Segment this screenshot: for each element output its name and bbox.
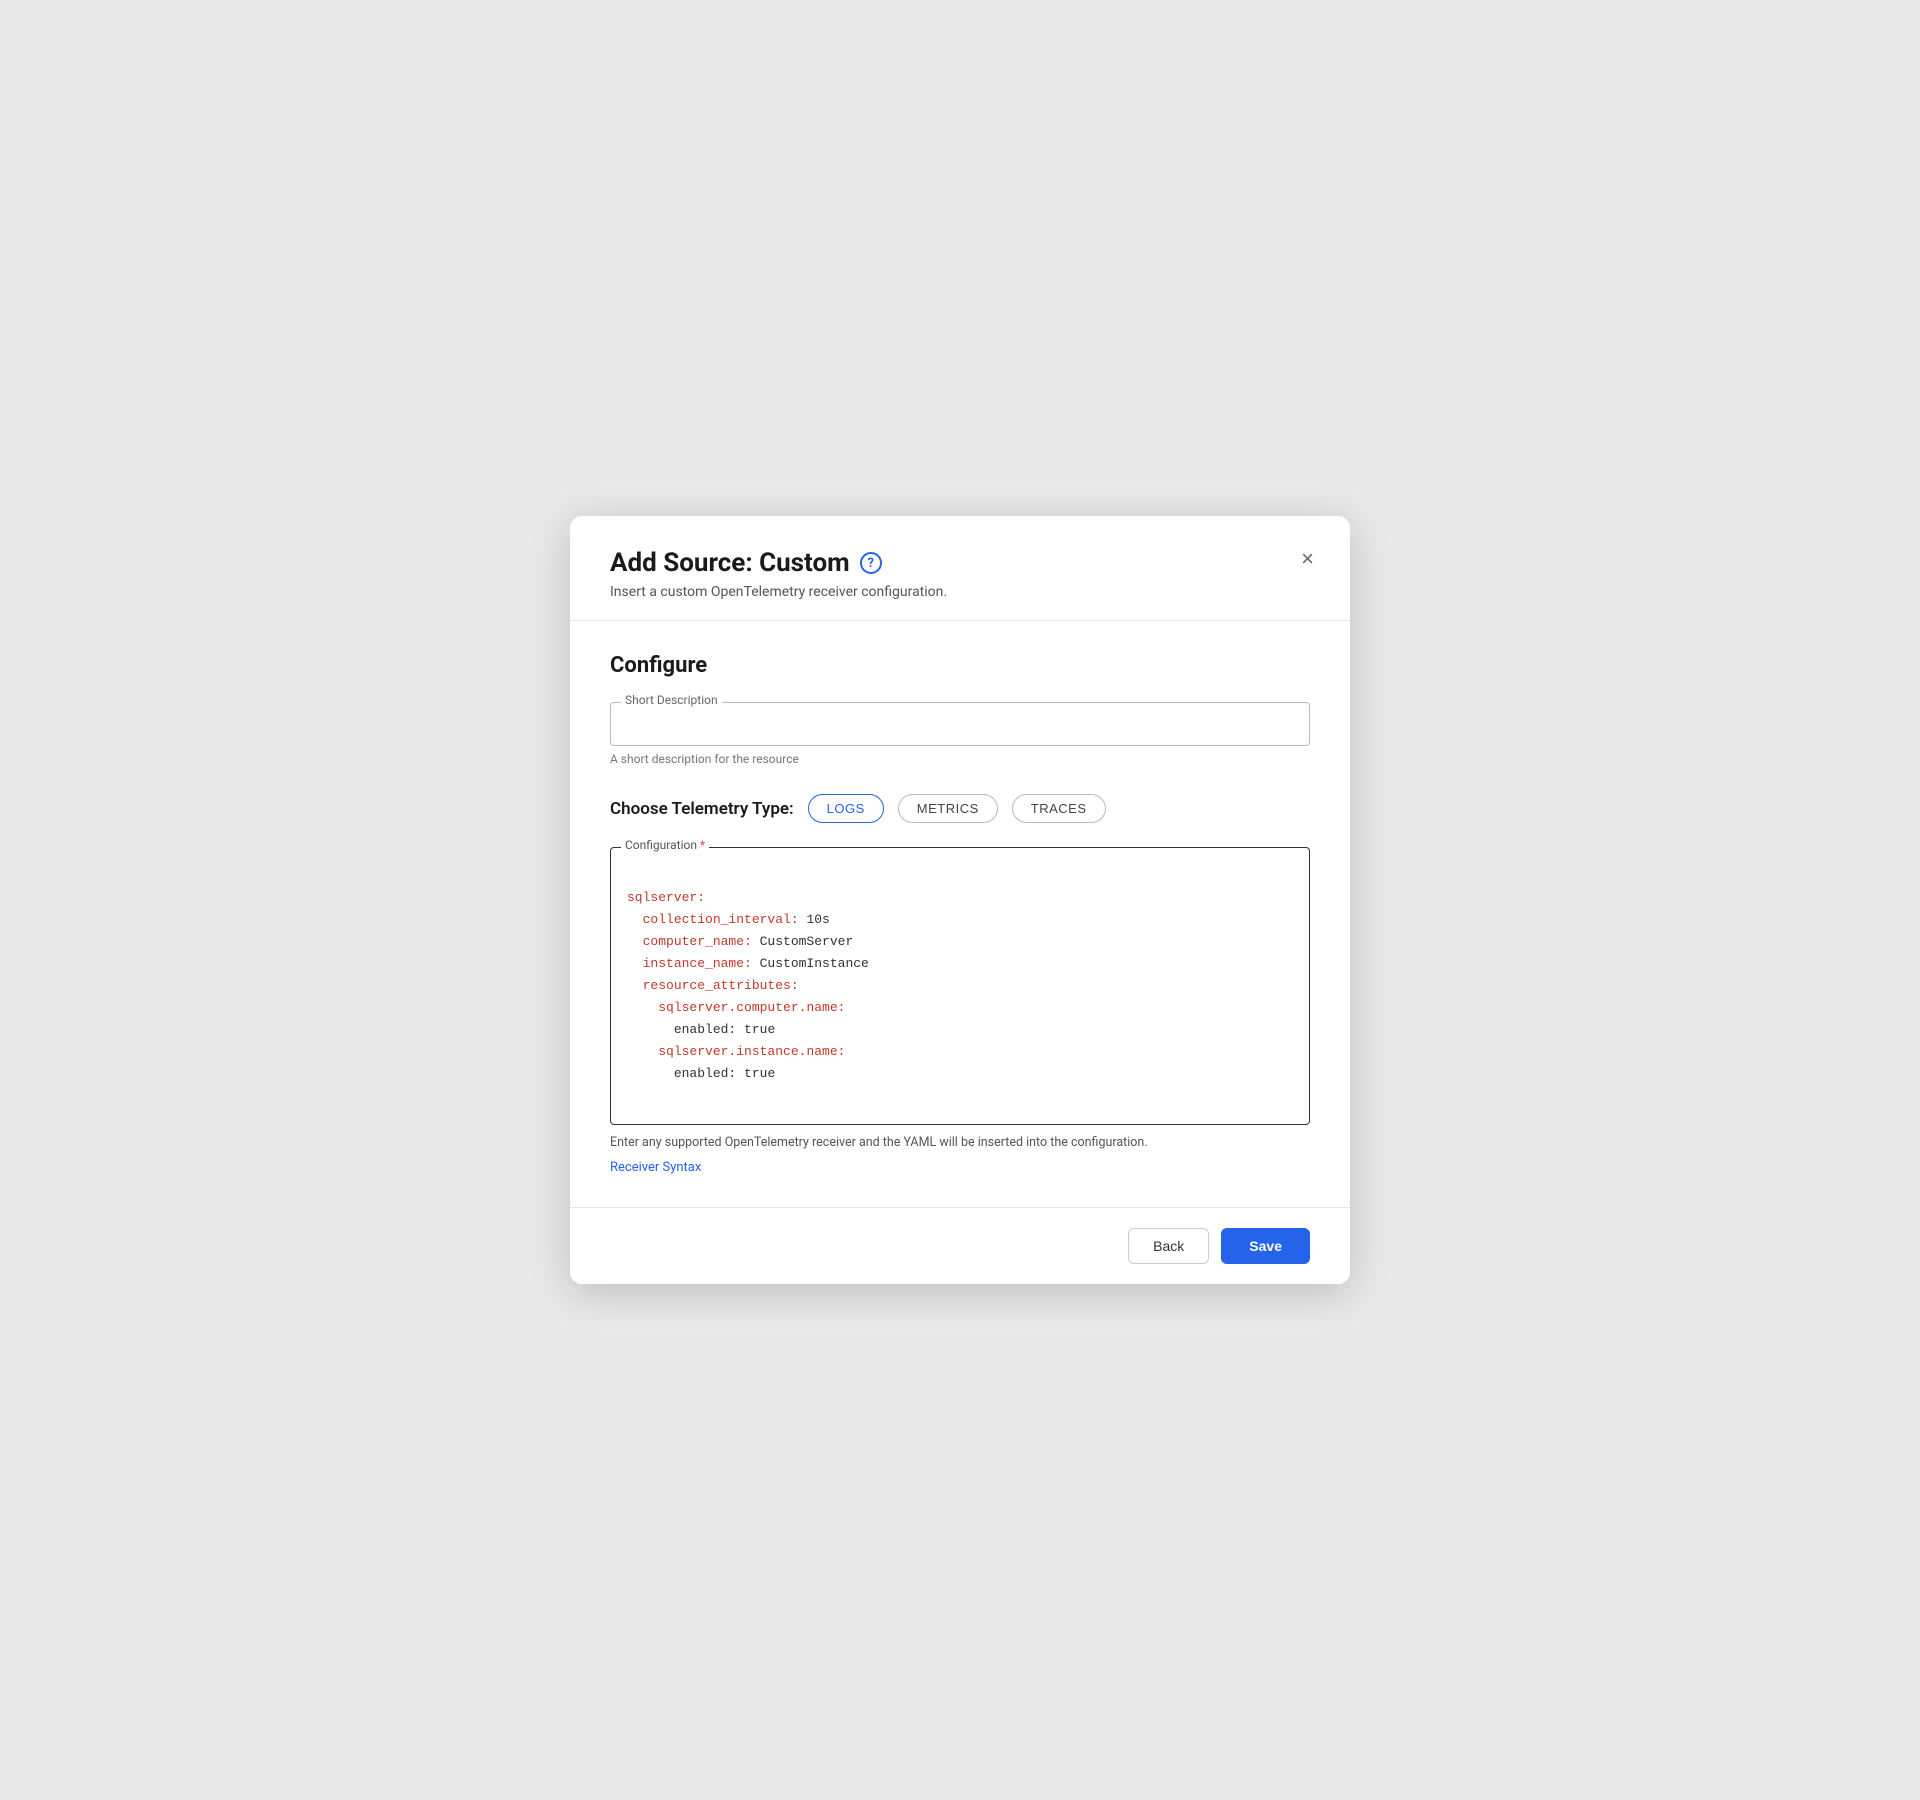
short-description-input[interactable] <box>623 711 1297 735</box>
telemetry-label: Choose Telemetry Type: <box>610 799 794 819</box>
modal-title: Add Source: Custom <box>610 548 850 578</box>
short-description-group: Short Description A short description fo… <box>610 702 1310 766</box>
short-description-label: Short Description <box>621 693 722 707</box>
configuration-code[interactable]: sqlserver: collection_interval: 10s comp… <box>627 864 1293 1107</box>
modal-subtitle: Insert a custom OpenTelemetry receiver c… <box>610 584 1310 600</box>
close-button[interactable]: × <box>1297 544 1318 574</box>
modal-title-row: Add Source: Custom ? <box>610 548 1310 578</box>
short-description-wrapper: Short Description <box>610 702 1310 746</box>
configuration-label: Configuration * <box>621 838 709 852</box>
help-icon[interactable]: ? <box>860 552 882 574</box>
add-source-modal: Add Source: Custom ? Insert a custom Ope… <box>570 516 1350 1283</box>
configuration-wrapper[interactable]: Configuration * sqlserver: collection_in… <box>610 847 1310 1124</box>
modal-body: Configure Short Description A short desc… <box>570 621 1350 1206</box>
telemetry-metrics-button[interactable]: METRICS <box>898 794 998 823</box>
configuration-group: Configuration * sqlserver: collection_in… <box>610 847 1310 1174</box>
back-button[interactable]: Back <box>1128 1228 1209 1264</box>
telemetry-row: Choose Telemetry Type: LOGS METRICS TRAC… <box>610 794 1310 823</box>
modal-footer: Back Save <box>570 1207 1350 1284</box>
required-star: * <box>697 838 705 852</box>
telemetry-traces-button[interactable]: TRACES <box>1012 794 1106 823</box>
section-title: Configure <box>610 653 1310 678</box>
save-button[interactable]: Save <box>1221 1228 1310 1264</box>
receiver-syntax-link[interactable]: Receiver Syntax <box>610 1160 701 1175</box>
modal-header: Add Source: Custom ? Insert a custom Ope… <box>570 516 1350 621</box>
telemetry-logs-button[interactable]: LOGS <box>808 794 884 823</box>
short-description-hint: A short description for the resource <box>610 752 1310 766</box>
configuration-hint: Enter any supported OpenTelemetry receiv… <box>610 1135 1310 1150</box>
